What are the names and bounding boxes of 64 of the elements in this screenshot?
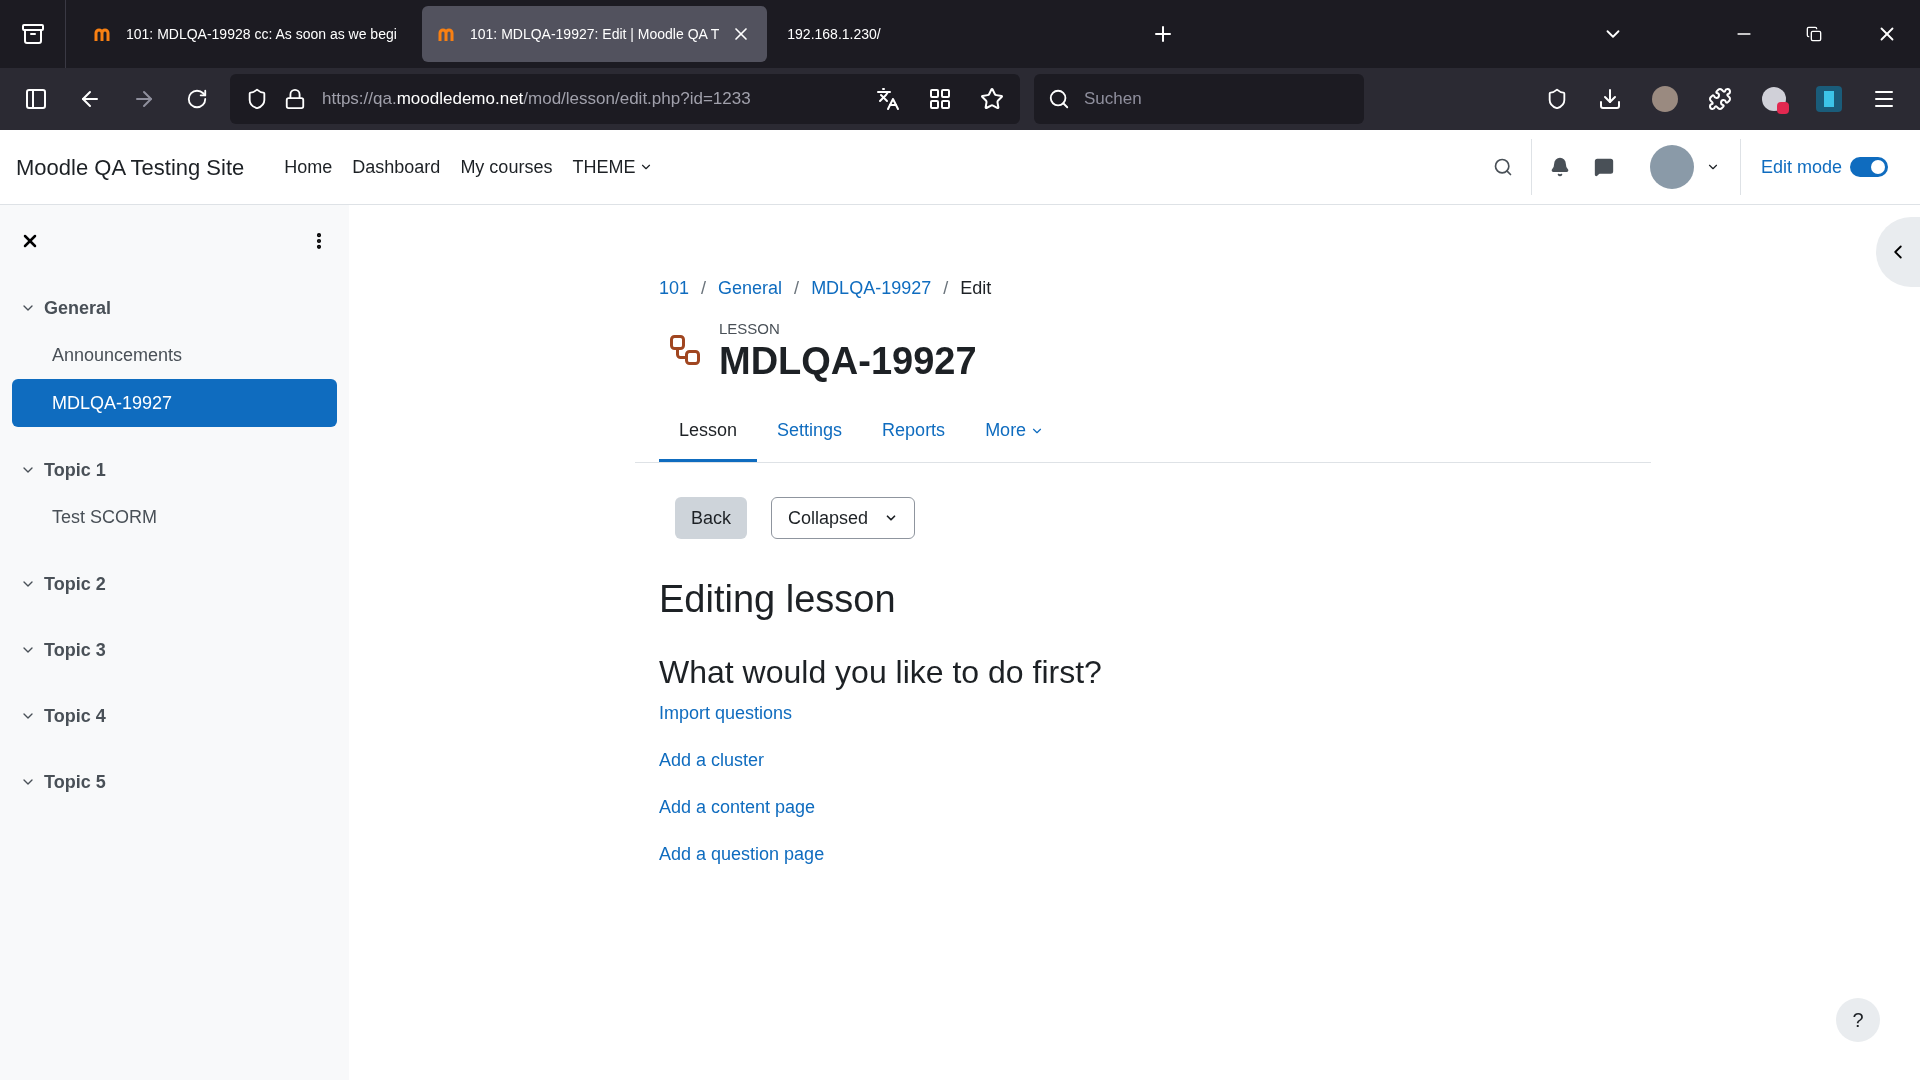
extension-icon[interactable] [1762, 87, 1786, 111]
lock-icon[interactable] [284, 88, 306, 110]
address-bar[interactable]: https://qa.moodledemo.net/mod/lesson/edit.php?id=1233 [230, 74, 1020, 124]
site-name[interactable]: Moodle QA Testing Site [16, 150, 245, 184]
grid-icon[interactable] [928, 87, 952, 111]
action-link[interactable]: Add a content page [659, 794, 816, 822]
action-link[interactable]: Add a question page [659, 841, 825, 869]
nav-tab[interactable]: Settings [757, 402, 863, 463]
breadcrumb-separator: / [943, 277, 949, 300]
sidebar-item[interactable]: MDLQA-19927 [12, 379, 337, 427]
extensions-icon[interactable] [1708, 87, 1732, 111]
section-heading[interactable]: Topic 5 [12, 759, 337, 805]
breadcrumb-link[interactable]: 101 [659, 275, 690, 302]
shield-icon[interactable] [246, 88, 268, 110]
nav-link[interactable]: My courses [460, 153, 553, 181]
view-select[interactable]: Collapsed [771, 497, 916, 540]
nav-tab[interactable]: Lesson [659, 402, 758, 463]
section-heading: Editing lesson [659, 577, 897, 623]
edit-mode-toggle[interactable] [1850, 157, 1888, 177]
sidebar-item[interactable]: Announcements [12, 331, 337, 379]
section-heading[interactable]: Topic 3 [12, 627, 337, 673]
action-link[interactable]: Import questions [659, 700, 793, 728]
breadcrumb-link[interactable]: MDLQA-19927 [811, 275, 932, 302]
back-button[interactable]: Back [675, 497, 748, 540]
section-heading[interactable]: Topic 2 [12, 561, 337, 607]
messages-icon[interactable] [1593, 157, 1614, 177]
breadcrumb-link[interactable]: General [718, 275, 783, 302]
profile-avatar[interactable] [1652, 86, 1678, 112]
search-field[interactable]: Suchen [1034, 74, 1364, 124]
restore-icon[interactable] [1806, 26, 1822, 42]
nav-link[interactable]: Dashboard [352, 153, 441, 181]
edit-mode-label: Edit mode [1760, 155, 1842, 179]
section-heading[interactable]: Topic 4 [12, 693, 337, 739]
section-heading[interactable]: General [12, 285, 337, 331]
module-type-label: LESSON [719, 319, 781, 339]
breadcrumb-separator: / [701, 277, 707, 300]
user-avatar[interactable] [1649, 145, 1694, 189]
nav-link[interactable]: THEME [572, 153, 654, 181]
search-icon [1048, 88, 1070, 110]
section-heading[interactable]: Topic 1 [12, 447, 337, 493]
reload-icon[interactable] [186, 88, 208, 110]
action-link[interactable]: Add a cluster [659, 747, 765, 775]
sidebar-item[interactable]: Test SCORM [12, 493, 337, 541]
nav-link[interactable]: Home [284, 153, 333, 181]
tab-list-icon[interactable] [20, 22, 45, 46]
breadcrumb-current: Edit [960, 277, 992, 300]
browser-tab[interactable]: 101: MDLQA-19928 cc: As soon as we begi [78, 6, 418, 62]
search-icon[interactable] [1492, 157, 1513, 177]
nav-tab[interactable]: Reports [862, 402, 966, 463]
browser-tab[interactable]: 192.168.1.230/ [771, 6, 1112, 62]
star-icon[interactable] [980, 87, 1004, 111]
extension-icon[interactable] [1816, 86, 1842, 112]
breadcrumb-separator: / [794, 277, 800, 300]
nav-tab[interactable]: More [965, 402, 1065, 463]
translate-icon[interactable] [876, 87, 900, 111]
drawer-toggle[interactable] [1876, 217, 1920, 287]
question-heading: What would you like to do first? [659, 653, 1103, 693]
download-icon[interactable] [1598, 87, 1622, 111]
url-text: https://qa.moodledemo.net/mod/lesson/edit.php?id=1233 [322, 88, 752, 111]
sidebar-toggle-icon[interactable] [24, 87, 48, 111]
help-button[interactable]: ? [1836, 998, 1880, 1042]
browser-tab[interactable]: 101: MDLQA-19927: Edit | Moodle QA T [422, 6, 768, 62]
page-title: MDLQA-19927 [719, 340, 977, 383]
notification-bell-icon[interactable] [1549, 157, 1570, 177]
